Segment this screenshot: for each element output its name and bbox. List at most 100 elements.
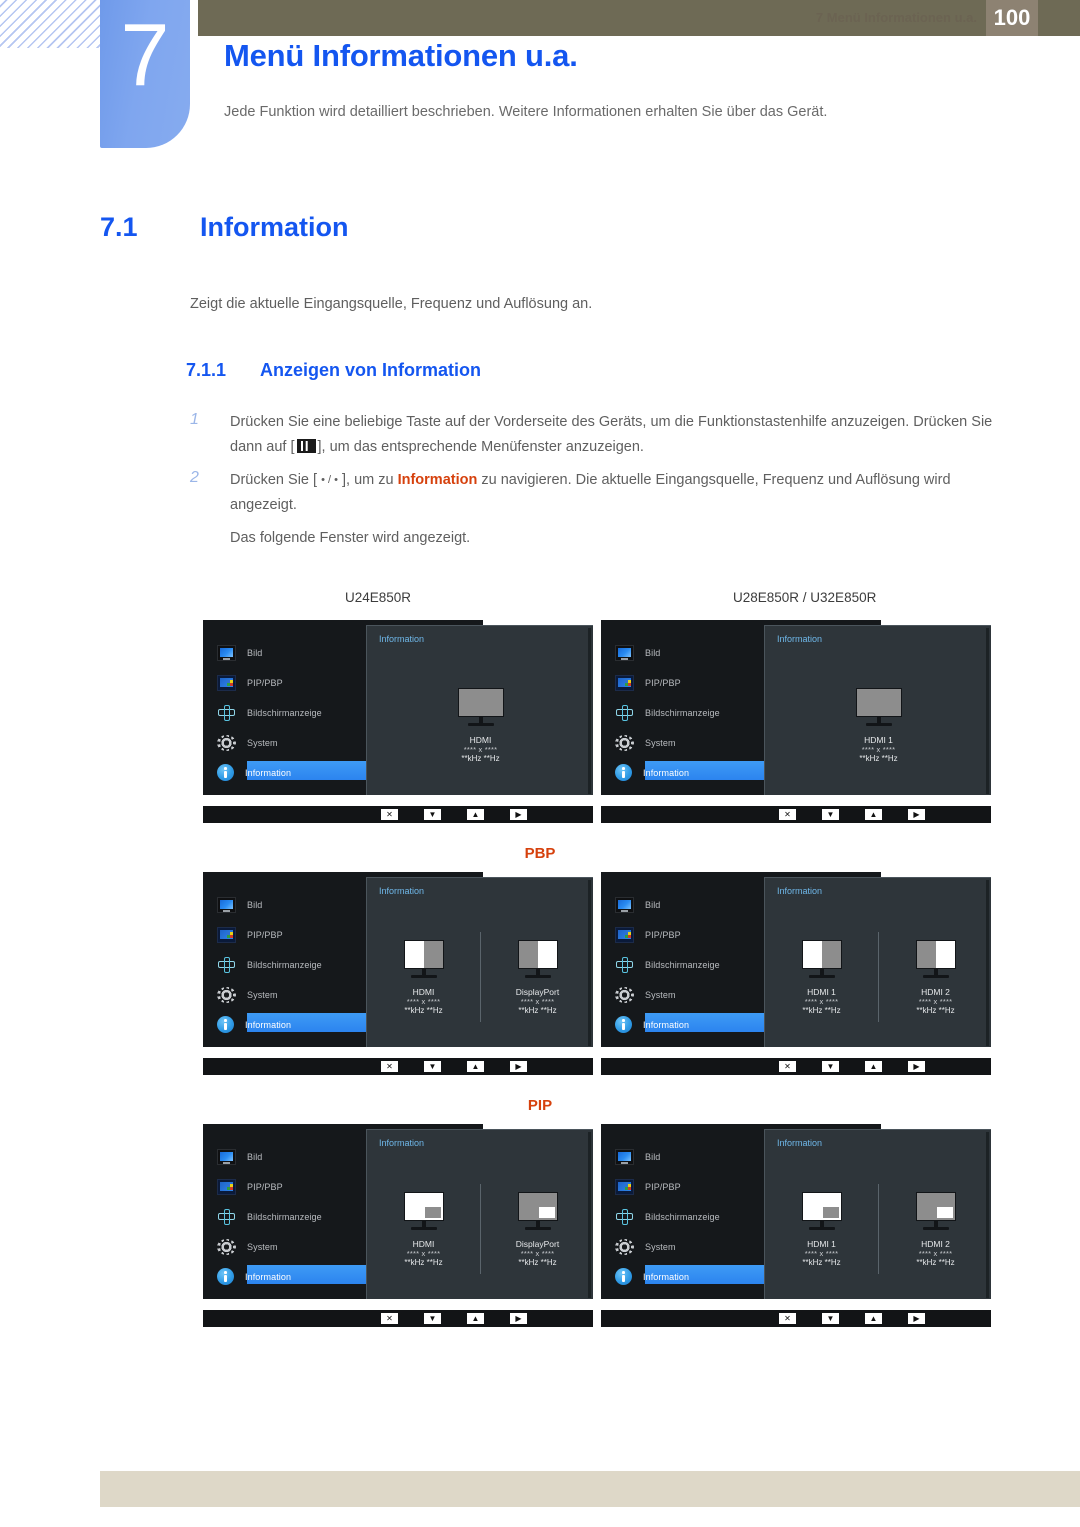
- osd-screenshot-single-left: Bild PIP/PBP Bildschirmanzeige System Inform…: [203, 620, 593, 830]
- down-key[interactable]: ▼: [424, 1061, 441, 1072]
- resolution-value: **** x ****: [463, 744, 498, 754]
- close-key[interactable]: ✕: [381, 1061, 398, 1072]
- up-key[interactable]: ▲: [865, 1061, 882, 1072]
- down-key[interactable]: ▼: [424, 809, 441, 820]
- monitor-base: [410, 974, 437, 978]
- chapter-title: Menü Informationen u.a.: [224, 38, 578, 73]
- monitor-graphic: [801, 1191, 842, 1232]
- right-key[interactable]: ▶: [510, 1313, 527, 1324]
- monitor-screen: [403, 939, 444, 969]
- osd-key-bar: ✕ ▼ ▲ ▶: [203, 806, 593, 823]
- monitor-screen: [915, 939, 956, 969]
- osd-menu-item-label: Bild: [247, 647, 263, 658]
- monitor-base: [524, 1226, 551, 1230]
- osd-menu-item-label: Bild: [247, 1151, 263, 1162]
- down-key[interactable]: ▼: [424, 1313, 441, 1324]
- osd-menu-item-label: Bild: [645, 1151, 661, 1162]
- screen-half-left: [404, 940, 424, 968]
- close-key[interactable]: ✕: [779, 1061, 796, 1072]
- resolution-value: **** x ****: [804, 996, 839, 1006]
- right-key[interactable]: ▶: [510, 809, 527, 820]
- input-source-name: HDMI 2: [921, 986, 950, 997]
- up-key[interactable]: ▲: [467, 1061, 484, 1072]
- monitor-screen: [517, 939, 558, 969]
- frequency-value: **kHz **Hz: [916, 1257, 955, 1267]
- right-key[interactable]: ▶: [908, 809, 925, 820]
- pip-inset: [937, 1206, 953, 1218]
- osd-menu-item-label: Bildschirmanzeige: [645, 707, 720, 718]
- osd-menu-item-label: PIP/PBP: [247, 677, 283, 688]
- footer-text: 7 Menü Informationen u.a.: [815, 10, 977, 25]
- pip-inset: [539, 1206, 555, 1218]
- monitor-base: [865, 722, 892, 726]
- osd-menu-item-label: Bild: [645, 899, 661, 910]
- model-label-right: U28E850R / U32E850R: [733, 590, 877, 605]
- monitor-icon: [615, 644, 634, 661]
- frequency-value: **kHz **Hz: [518, 1005, 557, 1015]
- right-key[interactable]: ▶: [908, 1313, 925, 1324]
- down-key[interactable]: ▼: [822, 809, 839, 820]
- monitor-base: [524, 974, 551, 978]
- following-window-note: Das folgende Fenster wird angezeigt.: [230, 530, 471, 546]
- input-source-name: DisplayPort: [515, 1238, 560, 1249]
- input-source-block: HDMI 1 **** x **** **kHz **Hz: [765, 939, 878, 1015]
- up-key[interactable]: ▲: [467, 809, 484, 820]
- input-source-block: HDMI 2 **** x **** **kHz **Hz: [879, 1191, 992, 1267]
- osd-menu-item-label: System: [645, 737, 676, 748]
- subsection-heading: 7.1.1 Anzeigen von Information: [186, 360, 481, 381]
- close-key[interactable]: ✕: [779, 1313, 796, 1324]
- input-source-block: HDMI 1 **** x **** **kHz **Hz: [765, 1191, 878, 1267]
- section-intro-text: Zeigt die aktuelle Eingangsquelle, Frequ…: [190, 296, 593, 312]
- gear-icon: [615, 1238, 634, 1255]
- right-key[interactable]: ▶: [908, 1061, 925, 1072]
- chapter-number-badge: 7: [100, 0, 190, 148]
- osd-body: Bild PIP/PBP Bildschirmanzeige System Inform…: [601, 1124, 991, 1304]
- model-label-left: U24E850R: [345, 590, 412, 605]
- osd-menu-item-label: Information: [643, 767, 690, 778]
- osd-detail-pane: Information HDMI **** x **** **kHz **Hz Disp…: [366, 1129, 593, 1299]
- pip-pbp-icon: [615, 926, 634, 943]
- step-text-a: Drücken Sie [: [230, 472, 322, 488]
- monitor-icon: [615, 1148, 634, 1165]
- up-key[interactable]: ▲: [865, 809, 882, 820]
- osd-detail-pane: Information HDMI 1 **** x **** **kHz **Hz: [764, 625, 991, 795]
- down-key[interactable]: ▼: [822, 1313, 839, 1324]
- osd-pane-content: HDMI **** x **** **kHz **Hz: [367, 660, 594, 790]
- move-cross-icon: [615, 1208, 634, 1225]
- subsection-number: 7.1.1: [186, 360, 227, 380]
- osd-menu-item-label: Information: [245, 767, 292, 778]
- osd-menu-item-label: System: [645, 1241, 676, 1252]
- osd-menu-item-label: Bildschirmanzeige: [247, 959, 322, 970]
- osd-menu-item-label: Bild: [645, 647, 661, 658]
- monitor-icon: [615, 896, 634, 913]
- subsection-title: Anzeigen von Information: [260, 360, 482, 380]
- step-text-b: ], um zu: [337, 472, 398, 488]
- pip-pbp-icon: [615, 1178, 634, 1195]
- monitor-base: [808, 974, 835, 978]
- down-key[interactable]: ▼: [822, 1061, 839, 1072]
- close-key[interactable]: ✕: [381, 1313, 398, 1324]
- osd-pane-title: Information: [379, 1138, 425, 1148]
- monitor-screen: [403, 1191, 444, 1221]
- gear-icon: [615, 734, 634, 751]
- osd-detail-pane: Information HDMI **** x **** **kHz **Hz Disp…: [366, 877, 593, 1047]
- right-key[interactable]: ▶: [510, 1061, 527, 1072]
- osd-menu-item-label: Bildschirmanzeige: [645, 959, 720, 970]
- osd-pane-content: HDMI **** x **** **kHz **Hz DisplayPort ****…: [367, 912, 594, 1042]
- osd-key-bar: ✕ ▼ ▲ ▶: [601, 1058, 991, 1075]
- resolution-value: **** x ****: [861, 744, 896, 754]
- info-circle-icon: [217, 1016, 234, 1033]
- osd-menu-item-label: Information: [643, 1019, 690, 1030]
- info-circle-icon: [217, 764, 234, 781]
- frequency-value: **kHz **Hz: [916, 1005, 955, 1015]
- up-key[interactable]: ▲: [865, 1313, 882, 1324]
- manual-page: 7 Menü Informationen u.a. Jede Funktion …: [0, 0, 1080, 1527]
- close-key[interactable]: ✕: [779, 809, 796, 820]
- step-number: 2: [190, 469, 199, 486]
- close-key[interactable]: ✕: [381, 809, 398, 820]
- up-key[interactable]: ▲: [467, 1313, 484, 1324]
- move-cross-icon: [615, 956, 634, 973]
- info-circle-icon: [615, 1268, 632, 1285]
- resolution-value: **** x ****: [918, 996, 953, 1006]
- input-source-name: HDMI: [469, 734, 492, 745]
